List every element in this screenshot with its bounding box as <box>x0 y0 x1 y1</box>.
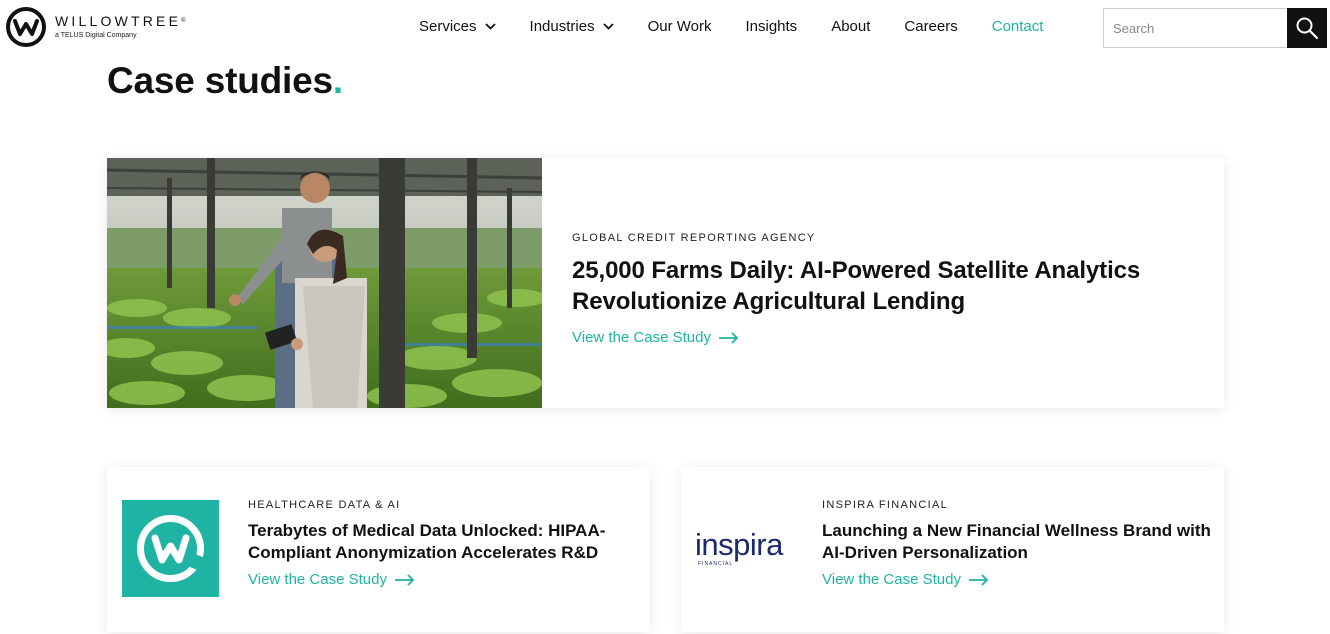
inspira-title[interactable]: Launching a New Financial Wellness Brand… <box>822 520 1212 564</box>
nav-contact[interactable]: Contact <box>992 18 1044 35</box>
main-nav: Services Industries Our Work Insights Ab… <box>419 18 1043 35</box>
page-title: Case studies. <box>107 60 343 102</box>
inspira-logo-sub: FINANCIAL <box>698 561 733 567</box>
nav-insights[interactable]: Insights <box>745 18 797 35</box>
farm-workers-photo <box>107 158 542 408</box>
featured-view-case-study-link[interactable]: View the Case Study <box>572 329 739 346</box>
case-study-card-healthcare[interactable]: HEALTHCARE DATA & AI Terabytes of Medica… <box>107 467 650 632</box>
chevron-down-icon <box>602 23 614 30</box>
search-box <box>1103 8 1327 48</box>
page-title-text: Case studies <box>107 60 333 101</box>
inspira-eyebrow: INSPIRA FINANCIAL <box>822 499 949 511</box>
healthcare-eyebrow: HEALTHCARE DATA & AI <box>248 499 401 511</box>
featured-farm-image <box>107 158 542 408</box>
nav-services[interactable]: Services <box>419 18 496 35</box>
nav-about[interactable]: About <box>831 18 870 35</box>
search-icon <box>1296 17 1319 40</box>
featured-cta-label: View the Case Study <box>572 329 711 346</box>
case-study-card-inspira[interactable]: inspira FINANCIAL INSPIRA FINANCIAL Laun… <box>681 467 1224 632</box>
willowtree-thumbnail-icon <box>122 500 219 597</box>
featured-title[interactable]: 25,000 Farms Daily: AI-Powered Satellite… <box>572 255 1212 317</box>
inspira-cta-label: View the Case Study <box>822 571 961 588</box>
logo-name: WILLOWTREE <box>55 12 182 29</box>
arrow-right-icon <box>394 573 415 586</box>
nav-services-label: Services <box>419 18 477 35</box>
healthcare-title[interactable]: Terabytes of Medical Data Unlocked: HIPA… <box>248 520 638 564</box>
logo-registered: ® <box>181 17 186 24</box>
inspira-card-content: INSPIRA FINANCIAL Launching a New Financ… <box>822 499 1212 589</box>
healthcare-card-content: HEALTHCARE DATA & AI Terabytes of Medica… <box>248 499 638 589</box>
featured-eyebrow: GLOBAL CREDIT REPORTING AGENCY <box>572 232 816 244</box>
willowtree-logo[interactable]: WILLOWTREE® a TELUS Digital Company <box>5 6 186 48</box>
arrow-right-icon <box>968 573 989 586</box>
page-title-dot: . <box>332 60 343 101</box>
logo-tagline: a TELUS Digital Company <box>55 31 137 39</box>
inspira-logo-word: inspira <box>695 527 784 562</box>
nav-our-work[interactable]: Our Work <box>648 18 712 35</box>
site-header: WILLOWTREE® a TELUS Digital Company Serv… <box>0 0 1330 56</box>
inspira-view-case-study-link[interactable]: View the Case Study <box>822 571 989 588</box>
chevron-down-icon <box>484 23 496 30</box>
arrow-right-icon <box>718 331 739 344</box>
featured-content: GLOBAL CREDIT REPORTING AGENCY 25,000 Fa… <box>572 232 1212 347</box>
search-input[interactable] <box>1104 9 1289 47</box>
inspira-logo: inspira FINANCIAL <box>695 527 785 567</box>
healthcare-cta-label: View the Case Study <box>248 571 387 588</box>
healthcare-view-case-study-link[interactable]: View the Case Study <box>248 571 415 588</box>
search-button[interactable] <box>1287 8 1327 48</box>
nav-industries-label: Industries <box>529 18 595 35</box>
willowtree-logo-icon <box>6 7 46 47</box>
featured-case-study-card[interactable]: GLOBAL CREDIT REPORTING AGENCY 25,000 Fa… <box>107 158 1224 408</box>
nav-industries[interactable]: Industries <box>530 18 614 35</box>
nav-careers[interactable]: Careers <box>904 18 957 35</box>
